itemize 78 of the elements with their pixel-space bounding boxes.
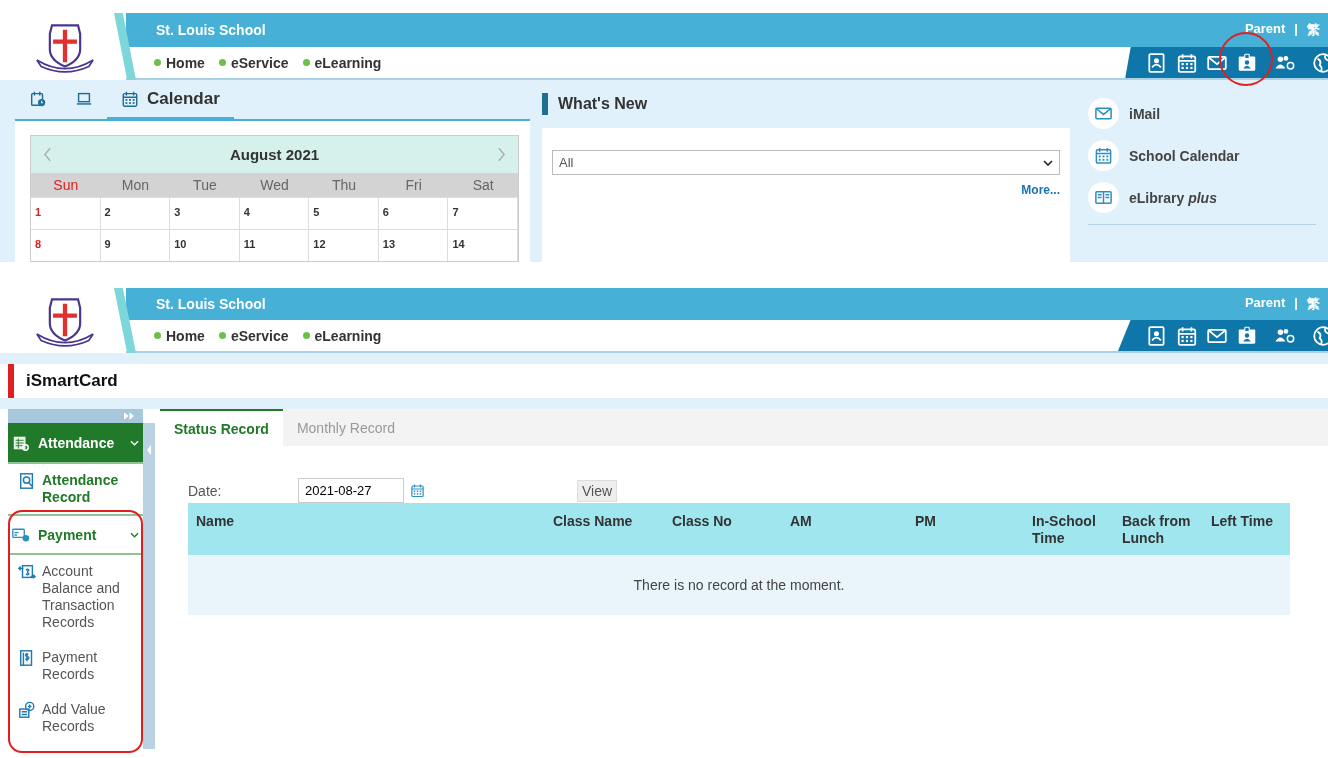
- calendar-icon: [121, 89, 139, 108]
- document-search-icon: [18, 472, 36, 490]
- sidebar-link[interactable]: Add Value Records: [8, 693, 143, 745]
- filter-dropdown[interactable]: All: [552, 150, 1060, 175]
- day-cell[interactable]: 13: [378, 229, 449, 261]
- shortcut-link[interactable]: eLibrary plus: [1088, 182, 1322, 213]
- field-label: Date:: [188, 482, 223, 499]
- day-cell[interactable]: 7: [448, 197, 518, 229]
- day-cell[interactable]: 2: [100, 197, 171, 229]
- nav-link[interactable]: eLearning: [302, 327, 382, 344]
- day-cell[interactable]: 14: [448, 229, 518, 261]
- day-cell[interactable]: 11: [239, 229, 310, 261]
- column-header: Name: [188, 503, 545, 555]
- calendar-icon[interactable]: [410, 483, 425, 498]
- weekday-label: Tue: [192, 177, 218, 193]
- empty-message: There is no record at the moment.: [188, 555, 1290, 615]
- nav-link[interactable]: eLearning: [302, 54, 382, 71]
- column-header: Back from Lunch: [1114, 503, 1203, 555]
- chevron-down-icon: [130, 439, 139, 446]
- calendar-icon: [1088, 140, 1119, 171]
- more-link[interactable]: More...: [1021, 183, 1060, 197]
- separator-text: |: [1294, 21, 1298, 38]
- mail-icon: [1088, 98, 1119, 129]
- nav-link[interactable]: Home: [154, 54, 205, 71]
- globe-icon[interactable]: [1312, 51, 1328, 74]
- section-title: What's New: [558, 95, 648, 113]
- view-button[interactable]: View: [577, 479, 618, 502]
- column-header: PM: [907, 503, 1024, 555]
- calendar-clock-icon: [29, 89, 47, 108]
- book-icon: [1088, 182, 1119, 213]
- sidebar-link[interactable]: Attendance Record: [8, 464, 143, 510]
- day-cell[interactable]: 4: [239, 197, 310, 229]
- column-header: Class Name: [545, 503, 664, 555]
- title-accent-bar: [542, 93, 548, 115]
- day-cell[interactable]: 8: [31, 229, 101, 261]
- school-name: St. Louis School: [156, 22, 266, 38]
- weekday-label: Sun: [52, 177, 80, 193]
- add-value-icon: [18, 701, 36, 719]
- day-cell[interactable]: 3: [170, 197, 240, 229]
- sidebar-link[interactable]: Account Balance and Transaction Records: [8, 555, 143, 641]
- shortcut-link[interactable]: iMail: [1088, 98, 1322, 129]
- school-name: St. Louis School: [156, 296, 266, 312]
- weekday-label: Thu: [331, 177, 358, 193]
- double-arrow-icon: [124, 412, 135, 420]
- dollar-exchange-icon: [18, 563, 36, 581]
- sidebar-link[interactable]: Payment Records: [8, 641, 143, 693]
- nav-link[interactable]: eService: [218, 327, 289, 344]
- calendar-icon[interactable]: [1176, 51, 1198, 74]
- caret-icon: [1043, 159, 1053, 166]
- id-badge-icon[interactable]: [1236, 51, 1258, 74]
- weekday-label: Fri: [404, 177, 423, 193]
- title-accent-bar: [8, 364, 14, 398]
- column-header: AM: [782, 503, 907, 555]
- page-title: iSmartCard: [26, 371, 118, 391]
- day-cell[interactable]: 10: [170, 229, 240, 261]
- separator-text: |: [1294, 295, 1298, 312]
- calendar-icon[interactable]: [1176, 324, 1198, 347]
- column-header: Left Time: [1203, 503, 1290, 555]
- weekday-label: Sat: [471, 177, 495, 193]
- day-cell[interactable]: 12: [309, 229, 379, 261]
- day-cell[interactable]: 1: [31, 197, 101, 229]
- day-cell[interactable]: 9: [100, 229, 171, 261]
- nav-link[interactable]: eService: [218, 54, 289, 71]
- column-header: Class No: [664, 503, 782, 555]
- nav-link[interactable]: Home: [154, 327, 205, 344]
- chevron-down-icon: [130, 531, 139, 538]
- sidebar-section-header[interactable]: Attendance: [8, 423, 143, 464]
- globe-icon[interactable]: [1312, 324, 1328, 347]
- id-badge-icon[interactable]: [1236, 324, 1258, 347]
- shortcut-link[interactable]: School Calendar: [1088, 140, 1322, 171]
- day-cell[interactable]: 6: [378, 197, 449, 229]
- day-cell[interactable]: 5: [309, 197, 379, 229]
- column-header: In-School Time: [1024, 503, 1114, 555]
- date-field[interactable]: 2021-08-27: [298, 478, 404, 503]
- weekday-label: Mon: [120, 177, 150, 193]
- weekday-label: Wed: [259, 177, 290, 193]
- month-title: August 2021: [229, 146, 320, 163]
- tab[interactable]: Status Record: [160, 409, 283, 446]
